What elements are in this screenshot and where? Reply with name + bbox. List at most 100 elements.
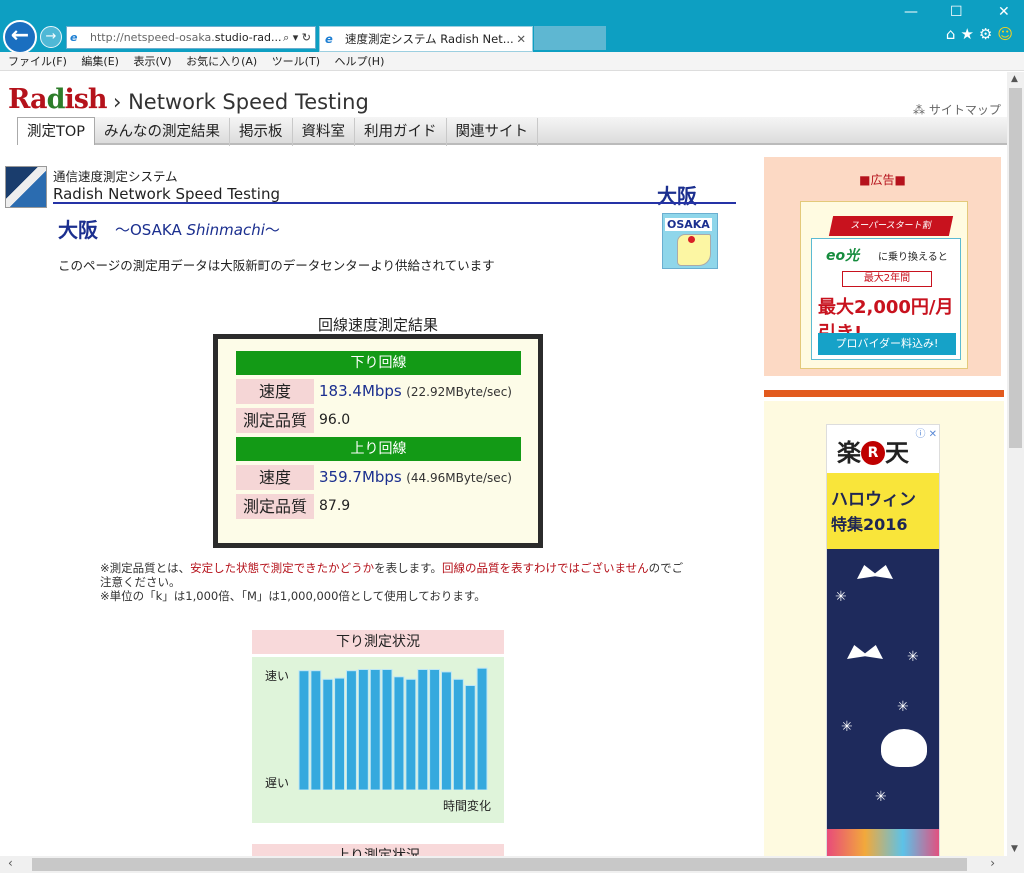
up-quality-value: 87.9	[319, 498, 351, 514]
graph-bar	[346, 670, 357, 790]
main-nav: 測定TOP みんなの測定結果 掲示板 資料室 利用ガイド 関連サイト	[17, 117, 1007, 146]
menu-favorites[interactable]: お気に入り(A)	[186, 55, 257, 68]
sparkle-icon: ✳	[841, 719, 853, 735]
menu-help[interactable]: ヘルプ(H)	[335, 55, 385, 68]
tab-title: 速度測定システム Radish Net...	[345, 32, 514, 46]
maximize-icon[interactable]: ☐	[950, 4, 963, 20]
note-units: ※単位の「k」は1,000倍、「M」は1,000,000倍として使用しております…	[100, 589, 486, 603]
panda-ghost-icon	[881, 729, 927, 767]
up-graph-title: 上り測定状況	[252, 844, 504, 856]
minimize-icon[interactable]: —	[904, 4, 918, 20]
graph-bar	[417, 669, 429, 790]
down-graph-bars	[298, 667, 488, 790]
banner-provider: プロバイダー料込み!	[818, 333, 956, 355]
tab-close-icon[interactable]: ✕	[516, 27, 526, 51]
forward-button[interactable]: →	[40, 26, 62, 48]
address-url: http://netspeed-osaka.studio-rad...	[90, 31, 282, 44]
horizontal-scroll-thumb[interactable]	[32, 858, 967, 871]
graph-bar	[429, 669, 441, 790]
up-speed-value: 359.7Mbps (44.96MByte/sec)	[319, 468, 512, 486]
down-speed-value: 183.4Mbps (22.92MByte/sec)	[319, 382, 512, 400]
halloween-header: ハロウィン 特集2016	[827, 473, 939, 549]
halloween-line1: ハロウィン	[831, 490, 916, 510]
nav-top[interactable]: 測定TOP	[17, 117, 96, 145]
radish-logo[interactable]: Radish	[8, 84, 108, 115]
favorites-star-icon[interactable]: ★	[960, 25, 978, 43]
browser-toolbar-icons: ⌂★⚙☺	[946, 25, 1018, 43]
scroll-left-icon[interactable]: ‹	[8, 856, 13, 870]
down-graph: 速い 遅い 時間変化	[252, 657, 504, 823]
vertical-scrollbar[interactable]: ▲ ▼	[1007, 72, 1024, 856]
graph-bar	[357, 669, 369, 790]
menu-file[interactable]: ファイル(F)	[8, 55, 67, 68]
bat-icon	[857, 565, 893, 579]
browser-titlebar: ← → e http://netspeed-osaka.studio-rad...…	[0, 0, 1024, 54]
banner-body: eo光 に乗り換えると 最大2年間 最大2,000円/月引き! プロバイダー料込…	[811, 238, 961, 360]
sparkle-icon: ✳	[897, 699, 909, 715]
nav-library[interactable]: 資料室	[293, 118, 356, 146]
refresh-icon[interactable]: ↻	[302, 31, 311, 44]
map-label: OSAKA	[665, 218, 712, 231]
menu-view[interactable]: 表示(V)	[133, 55, 171, 68]
feedback-smile-icon[interactable]: ☺	[997, 25, 1018, 43]
graph-bar	[322, 678, 334, 790]
scroll-down-icon[interactable]: ▼	[1011, 844, 1018, 854]
address-tools[interactable]: ⌕ ▾ ↻	[283, 27, 311, 48]
graph-bar	[381, 669, 393, 790]
nav-board[interactable]: 掲示板	[230, 118, 293, 146]
graph-bar	[369, 669, 381, 790]
settings-gear-icon[interactable]: ⚙	[979, 25, 997, 43]
banner-brand: eo光	[826, 248, 860, 264]
graph-bar	[334, 677, 345, 790]
nav-links[interactable]: 関連サイト	[447, 118, 539, 146]
header-divider	[53, 202, 736, 204]
down-graph-title: 下り測定状況	[252, 630, 504, 654]
ad-panel: ■広告■ スーパースタート割 eo光 に乗り換えると 最大2年間 最大2,000…	[764, 157, 1001, 376]
search-icon[interactable]: ⌕	[283, 31, 289, 44]
osaka-map-icon: OSAKA	[662, 213, 718, 269]
halloween-line2: 特集2016	[831, 515, 908, 534]
eo-banner-ad[interactable]: スーパースタート割 eo光 に乗り換えると 最大2年間 最大2,000円/月引き…	[800, 201, 968, 369]
scroll-up-icon[interactable]: ▲	[1011, 74, 1018, 84]
graph-bar	[452, 678, 464, 790]
nav-results[interactable]: みんなの測定結果	[95, 118, 231, 146]
sparkle-icon: ✳	[835, 589, 847, 605]
menu-tools[interactable]: ツール(T)	[272, 55, 320, 68]
down-quality-label: 測定品質	[236, 408, 314, 433]
rakuten-banner-ad[interactable]: ⓘ ✕ 楽R天 ハロウィン 特集2016 ✳ ✳ ✳ ✳ ✳	[826, 424, 940, 856]
scroll-right-icon[interactable]: ›	[990, 856, 995, 870]
city-subtitle: 〜OSAKA Shinmachi〜	[115, 221, 280, 239]
graph-fast-label: 速い	[265, 669, 290, 683]
scrollbar-corner	[1007, 856, 1024, 873]
menu-edit[interactable]: 編集(E)	[81, 55, 119, 68]
vertical-scroll-thumb[interactable]	[1009, 88, 1022, 448]
horizontal-scrollbar[interactable]: ‹ ›	[0, 856, 1007, 873]
close-window-icon[interactable]: ✕	[998, 4, 1010, 20]
address-bar[interactable]: e http://netspeed-osaka.studio-rad... ⌕ ▾…	[66, 26, 316, 49]
graph-slow-label: 遅い	[265, 776, 290, 790]
site-title: › Network Speed Testing	[113, 90, 369, 114]
notes: ※測定品質とは、安定した状態で測定できたかどうかを表します。回線の品質を表すわけ…	[100, 561, 690, 603]
up-quality-label: 測定品質	[236, 494, 314, 519]
graph-bar	[464, 685, 476, 790]
datacenter-description: このページの測定用データは大阪新町のデータセンターより供給されています	[58, 258, 495, 273]
back-button[interactable]: ←	[3, 20, 37, 54]
nav-guide[interactable]: 利用ガイド	[355, 118, 447, 146]
system-small-title: 通信速度測定システム	[53, 169, 178, 184]
new-tab-button[interactable]	[534, 26, 606, 50]
sparkle-icon: ✳	[875, 789, 887, 805]
page-viewport: Radish › Network Speed Testing ⁂ サイトマップ …	[0, 72, 1007, 856]
graph-bar	[310, 670, 322, 790]
region-tag: 大阪	[657, 184, 697, 208]
down-speed-label: 速度	[236, 379, 314, 404]
ad-choices-icon[interactable]: ⓘ ✕	[915, 425, 937, 440]
graph-bar	[393, 676, 405, 790]
sitemap-link[interactable]: ⁂ サイトマップ	[913, 101, 1001, 118]
dropdown-icon[interactable]: ▾	[293, 31, 299, 44]
home-icon[interactable]: ⌂	[946, 25, 961, 43]
graph-time-label: 時間変化	[443, 799, 492, 813]
banner-max-text: 最大2年間	[842, 271, 932, 287]
ie-tab-icon: e	[325, 32, 333, 46]
browser-tab[interactable]: e 速度測定システム Radish Net... ✕	[319, 26, 533, 52]
flowers-photo	[827, 829, 939, 856]
